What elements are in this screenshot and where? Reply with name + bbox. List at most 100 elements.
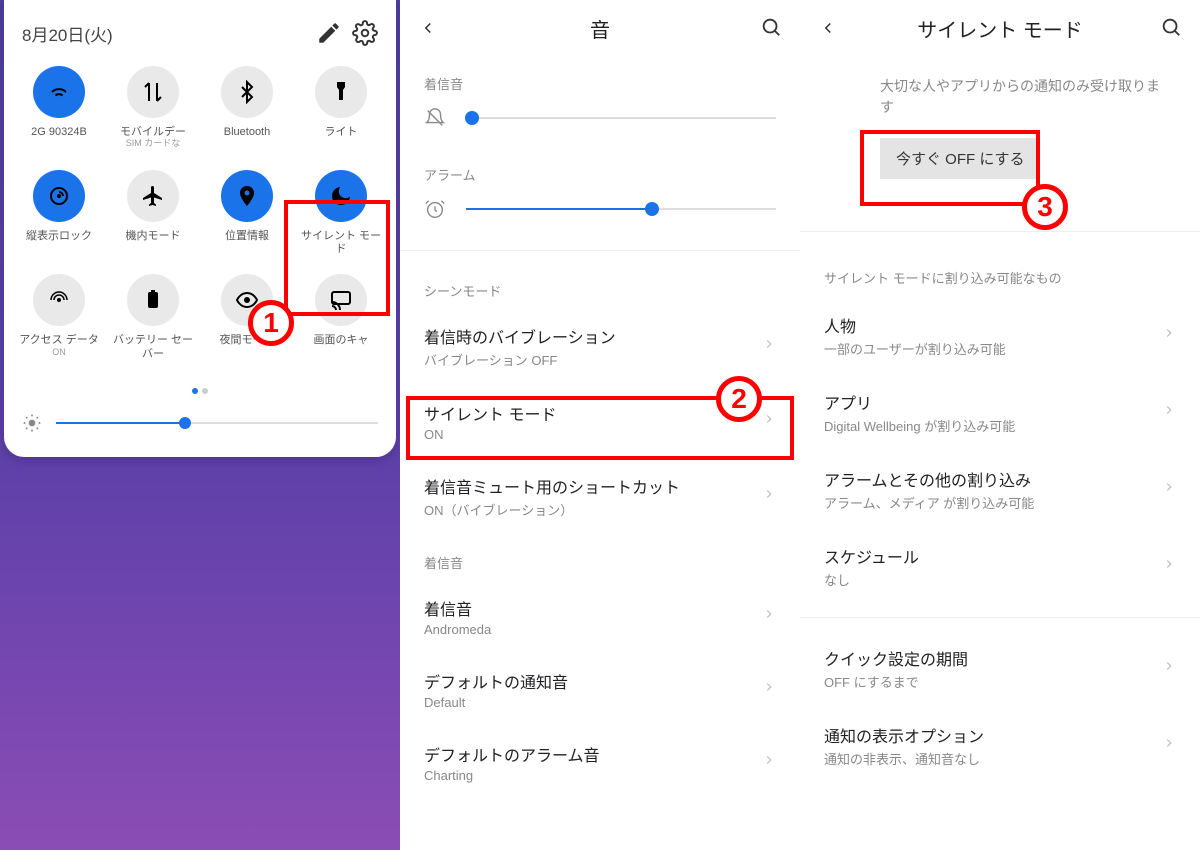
ringtone-section2-label: 着信音 [400,535,800,580]
turn-off-now-button[interactable]: 今すぐ OFF にする [880,138,1040,179]
chevron-right-icon [1162,480,1176,499]
silent-row-0[interactable]: 人物 一部のユーザーが割り込み可能 [800,297,1200,374]
ringtone-slider[interactable] [400,101,800,147]
qs-tile-label: モバイルデーSIM カードな [120,126,186,152]
swap-icon [127,66,179,118]
quick-settings-panel: 8月20日(火) 2G 90324B モバイルデーSIM カードな Blueto… [0,0,400,850]
silent-row-2[interactable]: アラームとその他の割り込み アラーム、メディア が割り込み可能 [800,451,1200,528]
row-sub: Charting [424,768,762,783]
back-button[interactable] [416,16,440,40]
row-title: アプリ [824,390,1162,414]
qs-tile-label: アクセス データON [19,334,99,360]
qs-tile-cast[interactable]: 画面のキャ [294,268,388,366]
sound-settings-panel: 音 着信音 アラーム シーンモード 着信時のバイブレーション バイブレーション … [400,0,800,850]
chevron-right-icon [762,680,776,699]
ringtone-row-1[interactable]: デフォルトの通知音 Default [400,653,800,726]
qs-tile-label: 機内モード [126,230,181,256]
chevron-right-icon [1162,736,1176,755]
qs-tile-location[interactable]: 位置情報 [200,164,294,262]
row-title: サイレント モード [424,401,762,425]
silent-mode-panel: サイレント モード 大切な人やアプリからの通知のみ受け取ります 今すぐ OFF … [800,0,1200,850]
ringtone-section-label: 着信音 [400,56,800,101]
row-title: 通知の表示オプション [824,723,1162,747]
row-sub: アラーム、メディア が割り込み可能 [824,493,1162,512]
row-sub: OFF にするまで [824,672,1162,691]
page-title: サイレント モード [840,14,1160,43]
silent2-row-0[interactable]: クイック設定の期間 OFF にするまで [800,630,1200,707]
quick-settings-card: 8月20日(火) 2G 90324B モバイルデーSIM カードな Blueto… [4,0,396,457]
hotspot-icon [33,274,85,326]
qs-date: 8月20日(火) [22,21,306,46]
search-icon[interactable] [760,16,784,40]
ringtone-row-0[interactable]: 着信音 Andromeda [400,580,800,653]
row-sub: 一部のユーザーが割り込み可能 [824,339,1162,358]
qs-tile-label: Bluetooth [224,126,270,152]
sound-row-0[interactable]: 着信時のバイブレーション バイブレーション OFF [400,308,800,385]
row-sub: Default [424,695,762,710]
qs-tile-label: 画面のキャ [314,334,369,360]
row-title: デフォルトのアラーム音 [424,742,762,766]
alarm-slider[interactable] [400,192,800,238]
edit-icon[interactable] [316,20,342,46]
flashlight-icon [315,66,367,118]
row-sub: ON（バイブレーション） [424,500,762,519]
chevron-right-icon [762,487,776,506]
qs-tile-label: サイレント モード [296,230,386,256]
qs-tile-bluetooth[interactable]: Bluetooth [200,60,294,158]
silent2-row-1[interactable]: 通知の表示オプション 通知の非表示、通知音なし [800,707,1200,784]
alarm-section-label: アラーム [400,147,800,192]
qs-tile-label: ライト [325,126,358,152]
row-sub: ON [424,427,762,442]
qs-tile-wifi[interactable]: 2G 90324B [12,60,106,158]
silent-row-3[interactable]: スケジュール なし [800,528,1200,605]
cast-icon [315,274,367,326]
silent-mode-description: 大切な人やアプリからの通知のみ受け取ります [800,56,1200,126]
qs-tile-label: 縦表示ロック [26,230,92,256]
qs-tile-label: バッテリー セーバー [108,334,198,360]
wifi-icon [33,66,85,118]
airplane-icon [127,170,179,222]
chevron-right-icon [1162,326,1176,345]
silent-row-1[interactable]: アプリ Digital Wellbeing が割り込み可能 [800,374,1200,451]
row-title: デフォルトの通知音 [424,669,762,693]
battery-icon [127,274,179,326]
sound-row-1[interactable]: サイレント モード ON [400,385,800,458]
interrupt-section-label: サイレント モードに割り込み可能なもの [800,244,1200,297]
sound-row-2[interactable]: 着信音ミュート用のショートカット ON（バイブレーション） [400,458,800,535]
row-sub: Digital Wellbeing が割り込み可能 [824,416,1162,435]
chevron-right-icon [762,412,776,431]
row-sub: Andromeda [424,622,762,637]
row-title: 着信音ミュート用のショートカット [424,474,762,498]
qs-tile-label: 夜間モード [220,334,275,360]
brightness-slider[interactable] [4,399,396,439]
scene-mode-label: シーンモード [400,263,800,308]
row-sub: なし [824,570,1162,589]
qs-tile-airplane[interactable]: 機内モード [106,164,200,262]
qs-tile-label: 位置情報 [225,230,269,256]
back-button[interactable] [816,16,840,40]
chevron-right-icon [762,607,776,626]
chevron-right-icon [1162,403,1176,422]
qs-tile-swap[interactable]: モバイルデーSIM カードな [106,60,200,158]
eye-icon [221,274,273,326]
chevron-right-icon [762,337,776,356]
ringtone-row-2[interactable]: デフォルトのアラーム音 Charting [400,726,800,799]
chevron-right-icon [1162,557,1176,576]
location-icon [221,170,273,222]
qs-tile-flashlight[interactable]: ライト [294,60,388,158]
qs-tile-rotate[interactable]: 縦表示ロック [12,164,106,262]
row-sub: 通知の非表示、通知音なし [824,749,1162,768]
rotate-icon [33,170,85,222]
chevron-right-icon [1162,659,1176,678]
qs-tile-battery[interactable]: バッテリー セーバー [106,268,200,366]
qs-tile-label: 2G 90324B [31,126,87,152]
search-icon[interactable] [1160,16,1184,40]
qs-tile-eye[interactable]: 夜間モード [200,268,294,366]
qs-tile-moon[interactable]: サイレント モード [294,164,388,262]
qs-tile-hotspot[interactable]: アクセス データON [12,268,106,366]
gear-icon[interactable] [352,20,378,46]
page-title: 音 [440,14,760,43]
row-title: スケジュール [824,544,1162,568]
row-title: アラームとその他の割り込み [824,467,1162,491]
chevron-right-icon [762,753,776,772]
